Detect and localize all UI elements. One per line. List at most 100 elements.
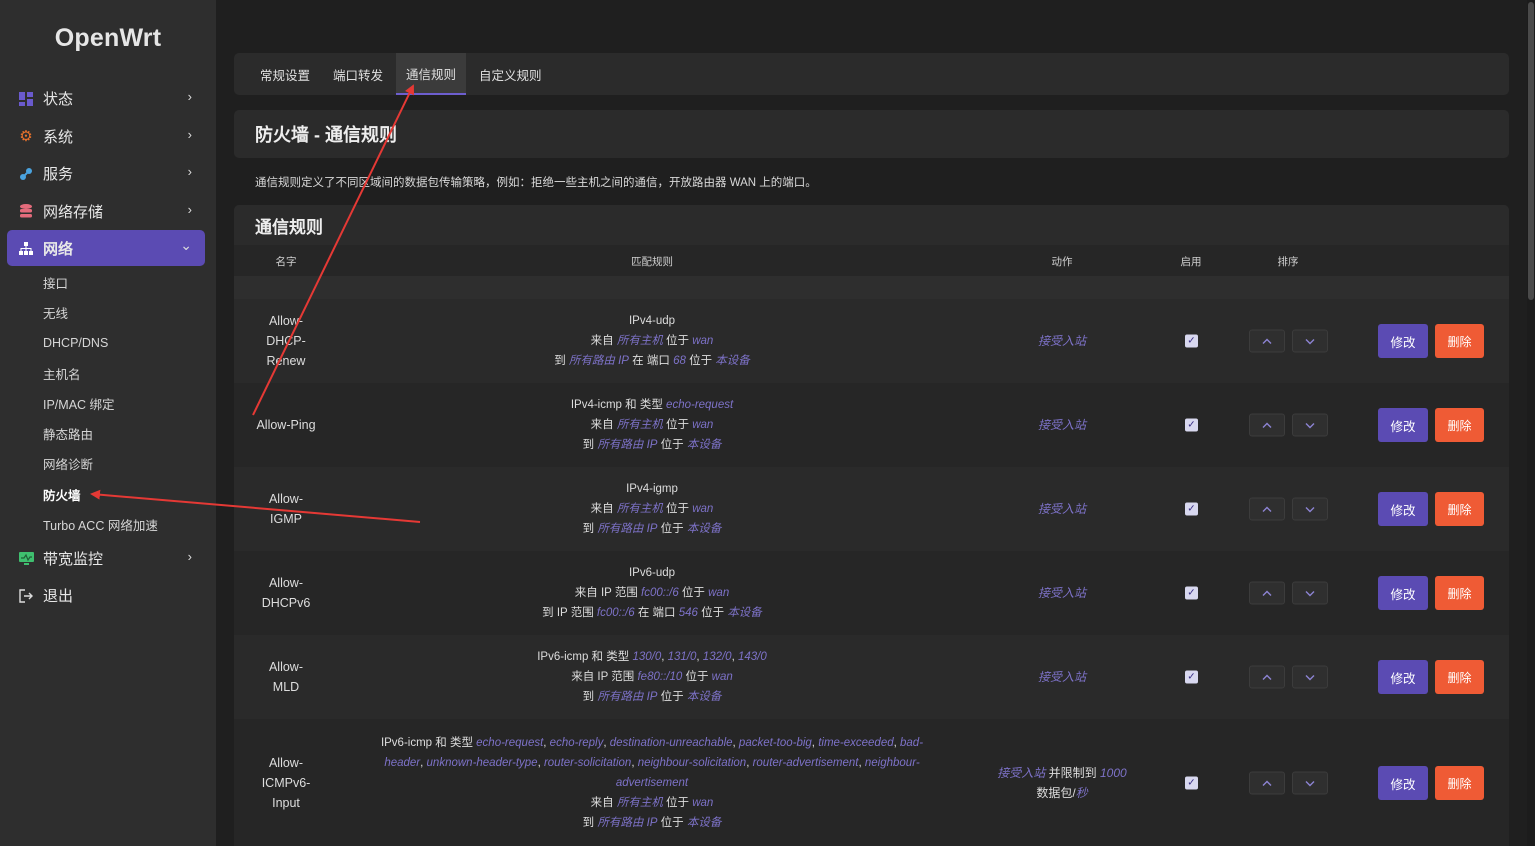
- match-text: 位于: [657, 817, 687, 829]
- match-line: IPv4-igmp: [372, 479, 932, 499]
- match-value: router-solicitation: [543, 757, 632, 769]
- match-text: 位于: [657, 439, 687, 451]
- match-value: 本设备: [715, 355, 750, 367]
- edit-button[interactable]: 修改: [1378, 660, 1428, 694]
- match-text: 到: [554, 355, 569, 367]
- match-text: 到 IP 范围: [542, 607, 597, 619]
- move-down-button[interactable]: [1292, 771, 1328, 795]
- move-down-button[interactable]: [1292, 581, 1328, 605]
- match-text: 在 端口: [628, 355, 674, 367]
- enabled-checkbox[interactable]: ✓: [1185, 670, 1198, 684]
- table-row: Allow-Ping IPv4-icmp 和 类型 echo-request 来自 …: [234, 383, 1509, 467]
- sidebar-item-logout[interactable]: 退出: [0, 577, 216, 615]
- enabled-checkbox[interactable]: ✓: [1185, 776, 1198, 790]
- header-enabled: 启用: [1180, 256, 1202, 268]
- match-value: 132/0: [702, 651, 732, 663]
- enabled-checkbox[interactable]: ✓: [1185, 334, 1198, 348]
- tab-custom-rules[interactable]: 自定义规则: [469, 53, 552, 95]
- match-value: fc00::/6: [596, 607, 635, 619]
- tab-traffic-rules[interactable]: 通信规则: [396, 53, 467, 95]
- move-up-button[interactable]: [1249, 771, 1285, 795]
- delete-button[interactable]: 删除: [1435, 660, 1484, 694]
- table-header: 名字 匹配规则 动作 启用 排序: [234, 245, 1509, 276]
- rule-name-line: Renew: [266, 354, 306, 368]
- match-text: IPv6-icmp 和 类型: [537, 651, 633, 663]
- match-text: 来自: [590, 797, 617, 809]
- submenu-item-turbo-acc[interactable]: Turbo ACC 网络加速: [0, 509, 216, 539]
- enabled-checkbox[interactable]: ✓: [1185, 586, 1198, 600]
- move-up-button[interactable]: [1249, 581, 1285, 605]
- tab-general-settings[interactable]: 常规设置: [250, 53, 320, 95]
- submenu-item-dhcp-dns[interactable]: DHCP/DNS: [0, 328, 216, 358]
- submenu-item-interfaces[interactable]: 接口: [0, 267, 216, 297]
- edit-button[interactable]: 修改: [1378, 492, 1428, 526]
- rule-match: IPv4-icmp 和 类型 echo-request 来自 所有主机 位于 wa…: [372, 395, 932, 455]
- sidebar-item-system[interactable]: ⚙ 系统 ›: [0, 118, 216, 156]
- sidebar-item-status[interactable]: 状态 ›: [0, 80, 216, 118]
- table-spacer-row: [234, 276, 1509, 299]
- sidebar-item-bandwidth[interactable]: 带宽监控 ›: [0, 540, 216, 578]
- rule-name-line: Allow-: [268, 576, 304, 590]
- rule-name-line: Allow-: [268, 314, 304, 328]
- match-text: 到: [582, 439, 598, 451]
- match-value: wan: [692, 503, 714, 515]
- match-value: 546: [678, 607, 698, 619]
- action-line: 接受入站: [982, 583, 1142, 603]
- match-line: 到 所有路由 IP 在 端口 68 位于 本设备: [372, 351, 932, 371]
- match-value: 所有主机: [616, 335, 663, 347]
- match-line: 到 所有路由 IP 位于 本设备: [372, 813, 932, 833]
- submenu-item-firewall[interactable]: 防火墙: [0, 479, 216, 509]
- sidebar-item-label: 服务: [43, 166, 74, 184]
- delete-button[interactable]: 删除: [1435, 324, 1484, 358]
- edit-button[interactable]: 修改: [1378, 408, 1428, 442]
- match-value: neighbour-: [864, 757, 920, 769]
- openwrt-logo[interactable]: OpenWrt: [0, 24, 216, 64]
- match-value: router-advertisement: [752, 757, 859, 769]
- match-value: 所有主机: [616, 797, 663, 809]
- match-text: 到: [582, 817, 598, 829]
- match-text: 位于: [682, 671, 712, 683]
- rule-match: IPv6-icmp 和 类型 130/0, 131/0, 132/0, 143/…: [372, 647, 932, 707]
- match-text: 来自 IP 范围: [571, 671, 638, 683]
- scrollbar-thumb[interactable]: [1528, 2, 1534, 300]
- enabled-checkbox[interactable]: ✓: [1185, 502, 1198, 516]
- enabled-checkbox[interactable]: ✓: [1185, 418, 1198, 432]
- delete-button[interactable]: 删除: [1435, 408, 1484, 442]
- rule-action: 接受入站: [982, 415, 1142, 435]
- move-up-button[interactable]: [1249, 413, 1285, 437]
- rule-action: 接受入站 并限制到 1000 数据包/秒: [982, 763, 1142, 803]
- edit-button[interactable]: 修改: [1378, 766, 1428, 800]
- match-value: destination-unreachable: [609, 737, 733, 749]
- tab-port-forwards[interactable]: 端口转发: [323, 53, 393, 95]
- action-line: 接受入站: [982, 499, 1142, 519]
- move-down-button[interactable]: [1292, 497, 1328, 521]
- move-down-button[interactable]: [1292, 665, 1328, 689]
- sidebar-item-label: 退出: [43, 588, 74, 606]
- submenu-item-wireless[interactable]: 无线: [0, 297, 216, 327]
- move-up-button[interactable]: [1249, 665, 1285, 689]
- edit-button[interactable]: 修改: [1378, 324, 1428, 358]
- match-value: echo-request: [666, 399, 734, 411]
- move-up-button[interactable]: [1249, 497, 1285, 521]
- move-down-button[interactable]: [1292, 329, 1328, 353]
- submenu-item-diagnostics[interactable]: 网络诊断: [0, 449, 216, 479]
- scrollbar[interactable]: [1527, 0, 1535, 846]
- edit-button[interactable]: 修改: [1378, 576, 1428, 610]
- move-down-button[interactable]: [1292, 413, 1328, 437]
- sidebar-item-network[interactable]: 网络 ⌄: [7, 230, 205, 266]
- sidebar-item-services[interactable]: 服务 ›: [0, 155, 216, 193]
- rule-name-line: ICMPv6-: [261, 776, 311, 790]
- submenu-item-hostnames[interactable]: 主机名: [0, 358, 216, 388]
- page-title: 防火墙 - 通信规则: [234, 110, 1509, 158]
- match-value: 本设备: [686, 439, 722, 451]
- sidebar-item-nas[interactable]: 网络存储 ›: [0, 193, 216, 231]
- chevron-right-icon: ›: [187, 548, 192, 564]
- submenu-item-ip-mac-binding[interactable]: IP/MAC 绑定: [0, 388, 216, 418]
- match-text: 在 端口: [634, 607, 679, 619]
- match-line: 来自 所有主机 位于 wan: [372, 793, 932, 813]
- delete-button[interactable]: 删除: [1435, 766, 1484, 800]
- submenu-item-static-routes[interactable]: 静态路由: [0, 418, 216, 448]
- move-up-button[interactable]: [1249, 329, 1285, 353]
- delete-button[interactable]: 删除: [1435, 576, 1484, 610]
- delete-button[interactable]: 删除: [1435, 492, 1484, 526]
